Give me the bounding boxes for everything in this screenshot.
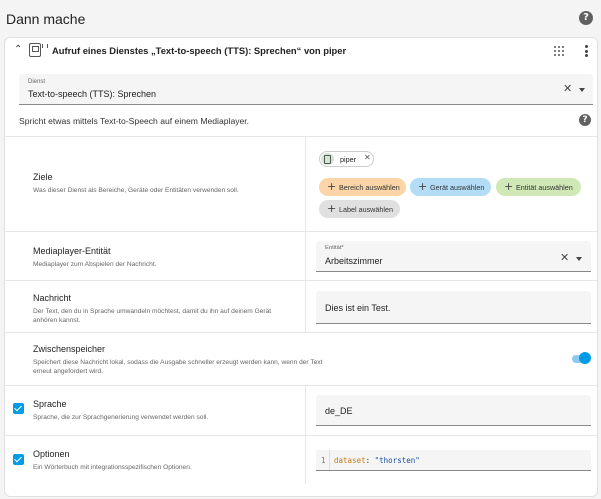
message-title: Nachricht	[33, 293, 72, 303]
target-chip-piper[interactable]: piper ✕	[319, 151, 374, 167]
plus-icon: +	[327, 202, 337, 215]
targets-description: Was dieser Dienst als Bereiche, Geräte o…	[33, 187, 239, 194]
options-title: Optionen	[33, 449, 70, 459]
code-key: dataset	[334, 456, 366, 465]
media-player-title: Mediaplayer-Entität	[33, 246, 111, 256]
entity-field-label: Entität*	[325, 245, 344, 251]
add-device-label: Gerät auswählen	[430, 183, 485, 192]
line-number: 1	[321, 456, 326, 465]
divider	[5, 435, 597, 436]
action-card: ⌃ Aufruf eines Dienstes „Text-to-speech …	[4, 37, 598, 497]
divider	[5, 136, 597, 137]
code-colon: :	[365, 456, 375, 465]
media-player-icon	[321, 153, 334, 165]
action-card-header[interactable]: ⌃ Aufruf eines Dienstes „Text-to-speech …	[5, 38, 599, 64]
media-player-select[interactable]: Entität* Arbeitszimmer ✕	[316, 241, 591, 272]
divider	[305, 386, 306, 435]
language-title: Sprache	[33, 399, 67, 409]
language-checkbox[interactable]	[13, 403, 24, 414]
plus-icon: +	[418, 180, 428, 193]
divider	[5, 280, 597, 281]
code-line[interactable]: dataset: "thorsten"	[334, 456, 420, 465]
divider	[305, 436, 306, 484]
message-description: Der Text, den du in Sprache umwandeln mö…	[33, 308, 272, 324]
service-field-label: Dienst	[28, 79, 46, 85]
service-description: Spricht etwas mittels Text-to-Speech auf…	[19, 116, 250, 126]
page-header: Dann mache ?	[0, 0, 601, 36]
help-circle-icon[interactable]: ?	[579, 11, 593, 25]
plus-icon: +	[504, 180, 514, 193]
drag-handle-icon[interactable]	[554, 46, 564, 56]
remove-chip-icon[interactable]: ✕	[364, 153, 371, 162]
message-input[interactable]: Dies ist ein Test.	[316, 291, 591, 324]
service-field-value: Text-to-speech (TTS): Sprechen	[28, 89, 157, 99]
divider	[5, 332, 597, 333]
clear-icon[interactable]: ✕	[563, 82, 572, 95]
add-entity-button[interactable]: + Entität auswählen	[496, 178, 581, 196]
divider	[5, 385, 597, 386]
divider	[305, 281, 306, 332]
add-label-label: Label auswählen	[339, 205, 393, 214]
media-player-description: Mediaplayer zum Abspielen der Nachricht.	[33, 261, 157, 268]
service-select[interactable]: Dienst Text-to-speech (TTS): Sprechen ✕	[19, 74, 593, 105]
media-player-value: Arbeitszimmer	[325, 256, 383, 266]
add-area-button[interactable]: + Bereich auswählen	[319, 178, 406, 196]
code-gutter: 1	[316, 450, 330, 470]
chevron-down-icon[interactable]	[579, 88, 585, 92]
target-chip-label: piper	[340, 155, 356, 164]
options-description: Ein Wörterbuch mit integrationsspezifisc…	[33, 464, 192, 471]
message-value: Dies ist ein Test.	[325, 303, 391, 313]
chevron-down-icon[interactable]	[576, 257, 582, 261]
divider	[5, 231, 597, 232]
add-entity-label: Entität auswählen	[516, 183, 573, 192]
code-value: "thorsten"	[374, 456, 420, 465]
chevron-up-icon[interactable]: ⌃	[14, 44, 22, 55]
language-input[interactable]: de_DE	[316, 395, 591, 426]
cache-title: Zwischenspeicher	[33, 344, 106, 354]
targets-title: Ziele	[33, 172, 53, 182]
help-circle-icon[interactable]: ?	[579, 114, 591, 126]
cache-description: Speichert diese Nachricht lokal, sodass …	[33, 359, 323, 375]
language-description: Sprache, die zur Sprachgenerierung verwe…	[33, 414, 209, 421]
add-area-label: Bereich auswählen	[339, 183, 400, 192]
action-title: Aufruf eines Dienstes „Text-to-speech (T…	[52, 45, 347, 56]
page-title: Dann mache	[6, 11, 86, 27]
cache-toggle-knob[interactable]	[579, 352, 591, 364]
divider	[305, 137, 306, 231]
dots-vertical-icon[interactable]	[585, 45, 588, 57]
language-value: de_DE	[325, 406, 353, 416]
add-device-button[interactable]: + Gerät auswählen	[410, 178, 491, 196]
service-icon	[29, 43, 48, 57]
plus-icon: +	[327, 180, 337, 193]
divider	[305, 232, 306, 280]
options-code-editor[interactable]: 1 dataset: "thorsten"	[316, 450, 591, 471]
clear-icon[interactable]: ✕	[560, 251, 569, 264]
add-label-button[interactable]: + Label auswählen	[319, 200, 400, 218]
options-checkbox[interactable]	[13, 454, 24, 465]
